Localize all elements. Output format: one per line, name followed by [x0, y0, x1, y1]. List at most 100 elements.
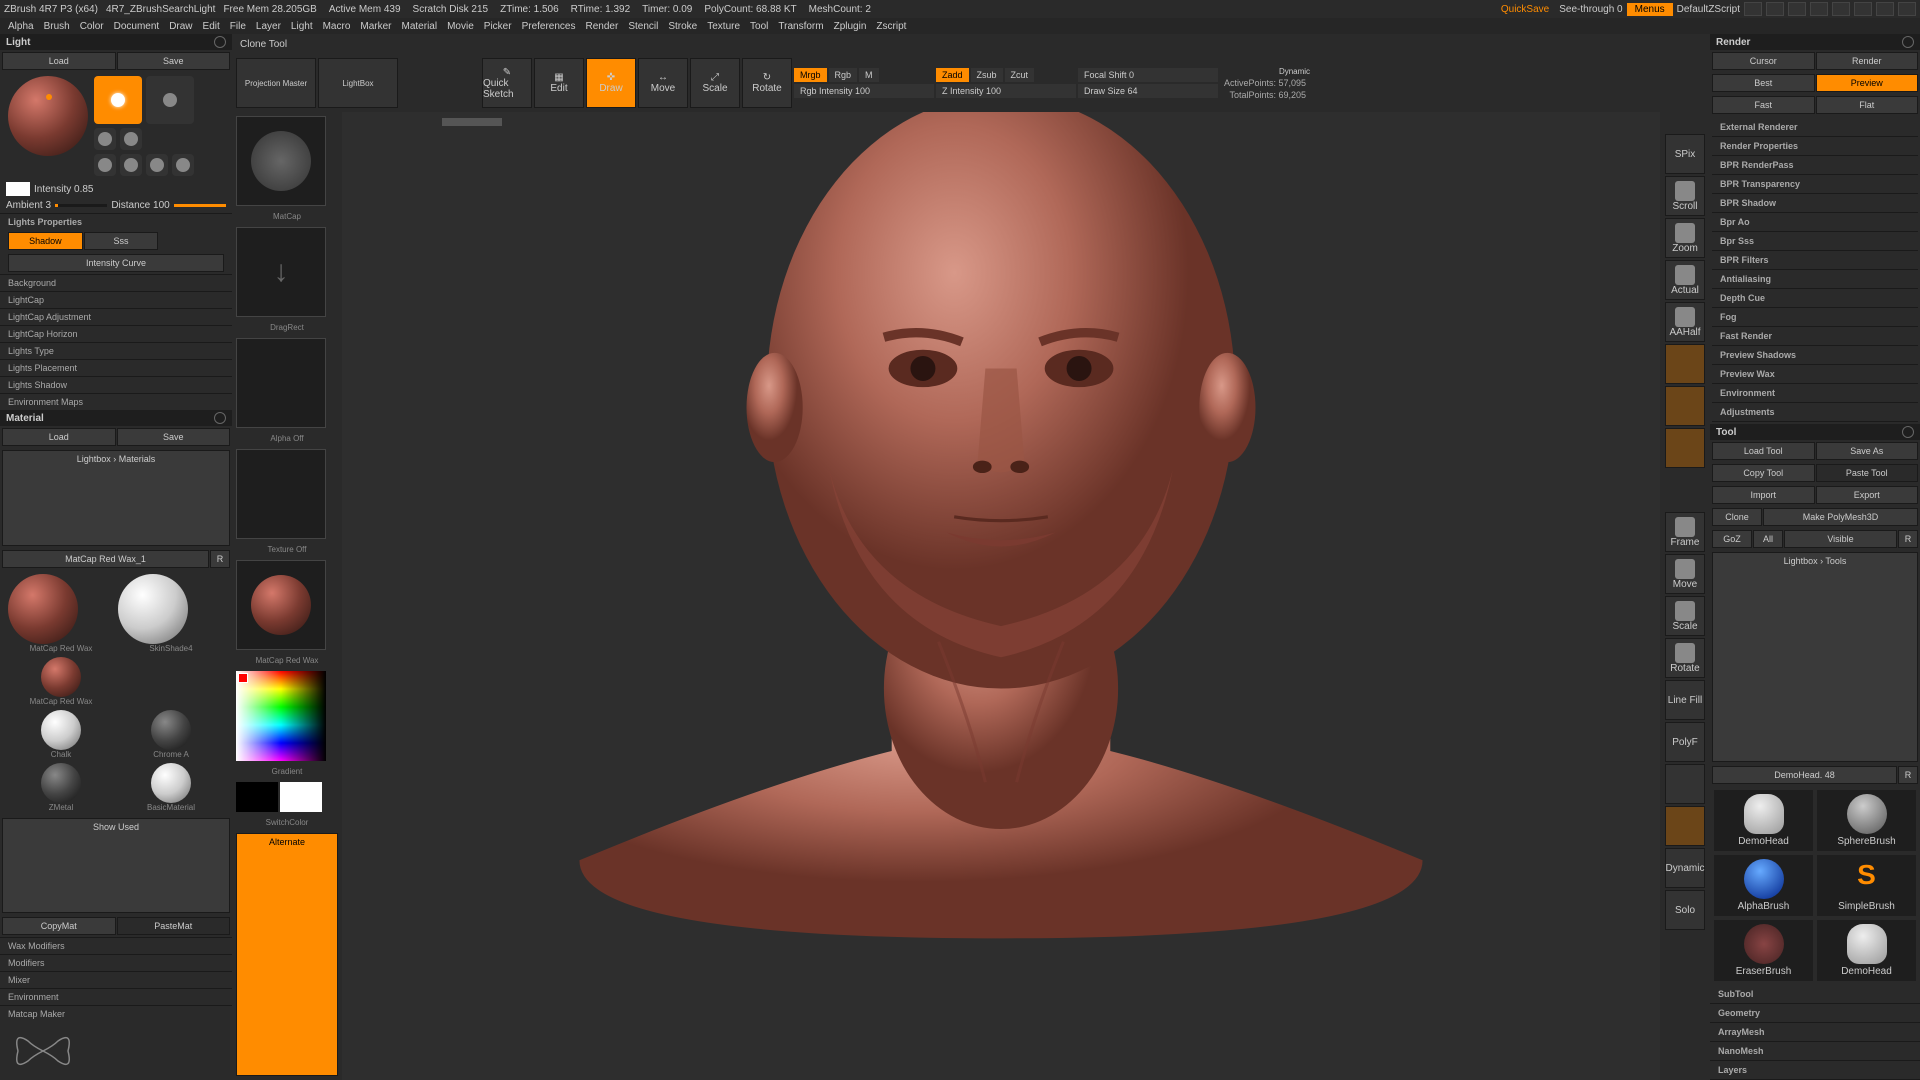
- spix-button[interactable]: SPix: [1665, 134, 1705, 174]
- menu-render[interactable]: Render: [586, 21, 619, 32]
- edit-button[interactable]: ▦Edit: [534, 58, 584, 108]
- color-picker[interactable]: [236, 671, 326, 761]
- refresh-icon[interactable]: [1902, 36, 1914, 48]
- preview-wax[interactable]: Preview Wax: [1712, 365, 1918, 384]
- window-button-4[interactable]: [1810, 2, 1828, 16]
- shadow-button[interactable]: Shadow: [8, 232, 83, 250]
- light-slot-7[interactable]: [146, 154, 168, 176]
- quicksave-button[interactable]: QuickSave: [1495, 3, 1555, 16]
- preview-shadows[interactable]: Preview Shadows: [1712, 346, 1918, 365]
- menu-alpha[interactable]: Alpha: [8, 21, 34, 32]
- bpr-renderpass[interactable]: BPR RenderPass: [1712, 156, 1918, 175]
- menu-stencil[interactable]: Stencil: [628, 21, 658, 32]
- lightbox-button[interactable]: LightBox: [318, 58, 398, 108]
- bpr-ao[interactable]: Bpr Ao: [1712, 213, 1918, 232]
- render-button[interactable]: Render: [1816, 52, 1919, 70]
- viewport[interactable]: [342, 112, 1660, 1080]
- switchcolor-button[interactable]: SwitchColor: [236, 816, 338, 829]
- window-button-2[interactable]: [1766, 2, 1784, 16]
- menu-layer[interactable]: Layer: [256, 21, 281, 32]
- menu-color[interactable]: Color: [80, 21, 104, 32]
- goz-button[interactable]: GoZ: [1712, 530, 1752, 548]
- subtool[interactable]: SubTool: [1710, 985, 1920, 1004]
- menu-stroke[interactable]: Stroke: [668, 21, 697, 32]
- rgb-button[interactable]: Rgb: [829, 68, 858, 82]
- material-save-button[interactable]: Save: [117, 428, 231, 446]
- light-load-button[interactable]: Load: [2, 52, 116, 70]
- pastemat-button[interactable]: PasteMat: [117, 917, 231, 935]
- close-icon[interactable]: [1898, 2, 1916, 16]
- z-intensity-slider[interactable]: Z Intensity 100: [936, 84, 1076, 98]
- menu-draw[interactable]: Draw: [169, 21, 192, 32]
- light-preview-sphere[interactable]: [8, 76, 88, 156]
- move-view-button[interactable]: Move: [1665, 554, 1705, 594]
- light-placement[interactable]: Lights Placement: [0, 359, 232, 376]
- rgb-intensity-slider[interactable]: Rgb Intensity 100: [794, 84, 934, 98]
- menu-texture[interactable]: Texture: [707, 21, 740, 32]
- light-position-dot[interactable]: [46, 94, 52, 100]
- scroll-button[interactable]: Scroll: [1665, 176, 1705, 216]
- refresh-icon[interactable]: [214, 412, 226, 424]
- projection-master-button[interactable]: Projection Master: [236, 58, 316, 108]
- menu-zscript[interactable]: Zscript: [876, 21, 906, 32]
- move-button[interactable]: ↔Move: [638, 58, 688, 108]
- paste-tool-button[interactable]: Paste Tool: [1816, 464, 1919, 482]
- color-black-swatch[interactable]: [236, 782, 278, 812]
- menu-file[interactable]: File: [230, 21, 246, 32]
- light-slot-4[interactable]: [120, 128, 142, 150]
- light-slot-6[interactable]: [120, 154, 142, 176]
- light-color-swatch[interactable]: [6, 182, 30, 196]
- light-env-maps[interactable]: Environment Maps: [0, 393, 232, 410]
- aahalf-button[interactable]: AAHalf: [1665, 302, 1705, 342]
- fast-render[interactable]: Fast Render: [1712, 327, 1918, 346]
- current-material[interactable]: MatCap Red Wax_1: [2, 550, 209, 568]
- default-script[interactable]: DefaultZScript: [1677, 4, 1740, 15]
- tool-spherebrush[interactable]: SphereBrush: [1817, 790, 1916, 851]
- import-button[interactable]: Import: [1712, 486, 1815, 504]
- scale-button[interactable]: ⤢Scale: [690, 58, 740, 108]
- export-button[interactable]: Export: [1816, 486, 1919, 504]
- menu-transform[interactable]: Transform: [778, 21, 823, 32]
- bpr-filters[interactable]: BPR Filters: [1712, 251, 1918, 270]
- matcap-maker[interactable]: Matcap Maker: [0, 1005, 232, 1022]
- draw-size-slider[interactable]: Draw Size 64: [1078, 84, 1218, 98]
- visible-button[interactable]: Visible: [1784, 530, 1897, 548]
- external-renderer[interactable]: External Renderer: [1712, 118, 1918, 137]
- mixer[interactable]: Mixer: [0, 971, 232, 988]
- ghost-button[interactable]: [1665, 806, 1705, 846]
- bpr-sss[interactable]: Bpr Sss: [1712, 232, 1918, 251]
- persp-button[interactable]: [1665, 344, 1705, 384]
- flat-button[interactable]: Flat: [1816, 96, 1919, 114]
- material-thumb-2[interactable]: SkinShade4: [118, 574, 224, 653]
- environment[interactable]: Environment: [0, 988, 232, 1005]
- menus-button[interactable]: Menus: [1627, 3, 1673, 16]
- menu-tool[interactable]: Tool: [750, 21, 768, 32]
- material-header[interactable]: Material: [0, 410, 232, 426]
- zsub-button[interactable]: Zsub: [971, 68, 1003, 82]
- intensity-curve-button[interactable]: Intensity Curve: [8, 254, 224, 272]
- menu-brush[interactable]: Brush: [44, 21, 70, 32]
- transp-button[interactable]: [1665, 764, 1705, 804]
- alpha-thumb[interactable]: [236, 338, 326, 428]
- material-thumb-1[interactable]: MatCap Red Wax: [8, 574, 114, 653]
- render-environment[interactable]: Environment: [1712, 384, 1918, 403]
- stroke-thumb[interactable]: ↓: [236, 227, 326, 317]
- render-header[interactable]: Render: [1710, 34, 1920, 50]
- material-thumb-7[interactable]: ZMetal: [8, 763, 114, 812]
- draw-button[interactable]: ✜Draw: [586, 58, 636, 108]
- light-lightcap-horizon[interactable]: LightCap Horizon: [0, 325, 232, 342]
- light-slot-2[interactable]: [146, 76, 194, 124]
- lights-properties[interactable]: Lights Properties: [0, 213, 232, 230]
- material-thumb[interactable]: [236, 560, 326, 650]
- distance-slider[interactable]: Distance 100: [111, 200, 169, 211]
- copy-tool-button[interactable]: Copy Tool: [1712, 464, 1815, 482]
- window-button-3[interactable]: [1788, 2, 1806, 16]
- menu-picker[interactable]: Picker: [484, 21, 512, 32]
- light-lightcap[interactable]: LightCap: [0, 291, 232, 308]
- window-button-6[interactable]: [1854, 2, 1872, 16]
- fog[interactable]: Fog: [1712, 308, 1918, 327]
- make-polymesh-button[interactable]: Make PolyMesh3D: [1763, 508, 1918, 526]
- material-load-button[interactable]: Load: [2, 428, 116, 446]
- preview-button[interactable]: Preview: [1816, 74, 1919, 92]
- light-shadow-section[interactable]: Lights Shadow: [0, 376, 232, 393]
